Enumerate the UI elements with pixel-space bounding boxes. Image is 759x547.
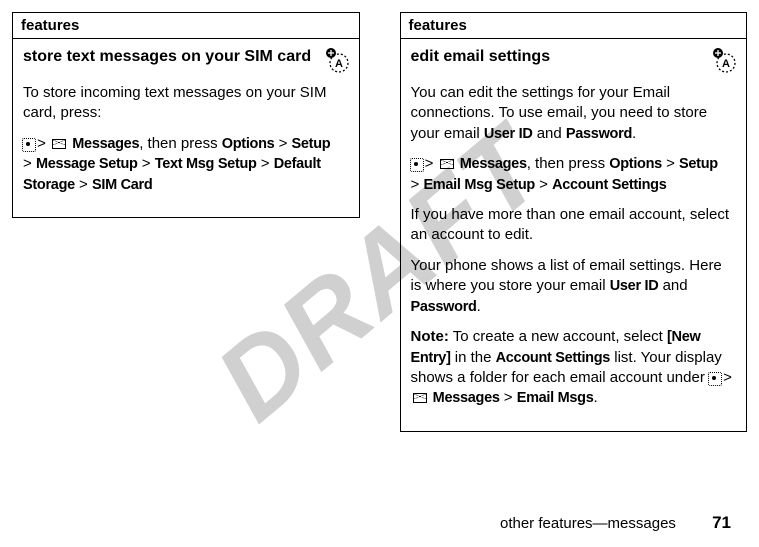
gt-symbol: > [425,155,438,172]
account-settings-label: Account Settings [496,350,610,366]
note-label: Note: [411,328,449,345]
envelope-icon [413,393,427,403]
right-column: features edit email settings A You can e… [400,12,748,432]
right-title-row: edit email settings A [411,47,737,73]
period: . [593,389,597,406]
left-intro: To store incoming text messages on your … [23,83,349,124]
nav-options: Options [222,136,275,152]
note-text-b: in the [451,349,496,366]
nav-messages: Messages [460,156,527,172]
right-multiacct: If you have more than one email account,… [411,205,737,246]
gt-symbol: > [138,155,155,172]
user-id-label: User ID [610,278,659,294]
nav-message-setup: Message Setup [36,156,138,172]
right-note: Note: To create a new account, select [N… [411,327,737,409]
gt-symbol: > [257,155,274,172]
page-number: 71 [712,513,731,532]
left-title: store text messages on your SIM card [23,47,317,67]
nav-options: Options [609,156,662,172]
period: . [477,298,481,315]
nav-setup: Setup [679,156,718,172]
right-intro: You can edit the settings for your Email… [411,83,737,144]
nav-email-msg-setup: Email Msg Setup [423,177,535,193]
availability-icon: A [323,47,349,73]
features-header-left: features [12,12,360,38]
right-title: edit email settings [411,47,705,67]
nav-account-settings: Account Settings [552,177,666,193]
period: . [632,125,636,142]
user-id-label: User ID [484,126,533,142]
nav-messages: Messages [433,390,500,406]
nav-sim-card: SIM Card [92,177,152,193]
gt-symbol: > [23,155,36,172]
nav-messages: Messages [72,136,139,152]
svg-text:A: A [722,58,730,70]
envelope-icon [440,159,454,169]
nav-then: , then press [139,135,222,152]
gt-symbol: > [500,389,517,406]
left-box: store text messages on your SIM card A T… [12,38,360,218]
password-label: Password [566,126,632,142]
footer-section: other features—messages [500,515,676,532]
left-nav-steps: > Messages, then press Options > Setup >… [23,134,349,196]
svg-text:A: A [335,58,343,70]
center-key-icon [24,140,32,148]
left-column: features store text messages on your SIM… [12,12,360,432]
features-header-right: features [400,12,748,38]
availability-icon: A [710,47,736,73]
right-box: edit email settings A You can edit the s… [400,38,748,432]
page-footer: other features—messages 71 [500,513,731,533]
gt-symbol: > [75,176,92,193]
nav-setup: Setup [292,136,331,152]
left-title-row: store text messages on your SIM card A [23,47,349,73]
note-text-a: To create a new account, select [449,328,667,345]
and-text: and [658,277,687,294]
and-text: and [533,125,566,142]
center-key-icon [710,374,718,382]
nav-text-msg-setup: Text Msg Setup [155,156,257,172]
gt-symbol: > [535,176,552,193]
nav-then: , then press [527,155,610,172]
gt-symbol: > [662,155,679,172]
center-key-icon [412,160,420,168]
right-nav-steps: > Messages, then press Options > Setup >… [411,154,737,195]
gt-symbol: > [274,135,291,152]
page-content: features store text messages on your SIM… [12,12,747,432]
nav-email-msgs: Email Msgs [517,390,594,406]
envelope-icon [52,139,66,149]
gt-symbol: > [411,176,424,193]
password-label: Password [411,299,477,315]
gt-symbol: > [37,135,50,152]
right-settings-list: Your phone shows a list of email setting… [411,256,737,317]
